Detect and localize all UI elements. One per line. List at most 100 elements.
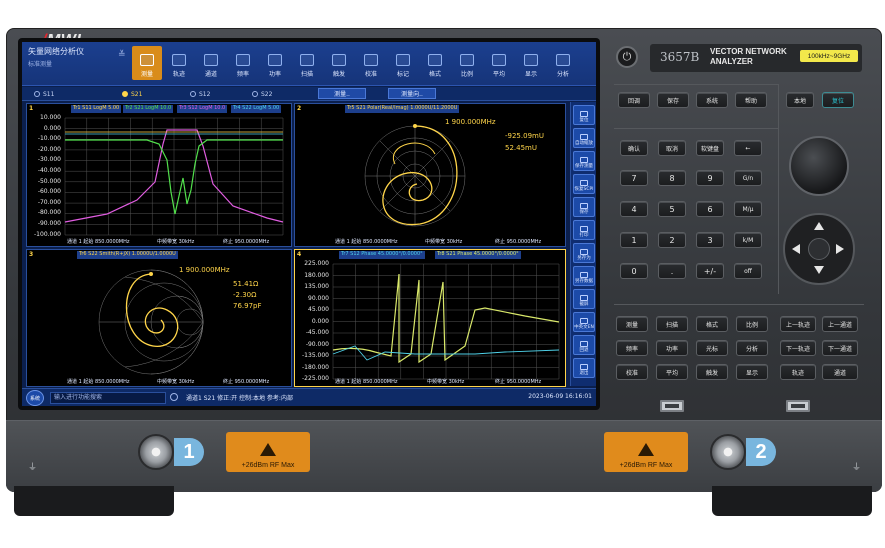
func-key-1-0[interactable]: 频率	[616, 340, 648, 356]
menu-item-5[interactable]: 扫描	[292, 46, 322, 80]
numpad-key-0-0[interactable]: 7	[620, 170, 648, 186]
system-button[interactable]: 系统	[26, 390, 44, 406]
numpad-key-0-3[interactable]: G/n	[734, 170, 762, 186]
foot-right	[712, 486, 872, 516]
numpad-key-3-3[interactable]: off	[734, 263, 762, 279]
menu-item-3[interactable]: 频率	[228, 46, 258, 80]
softkey-6[interactable]: 另存为	[573, 243, 595, 263]
key-top-3[interactable]: 帮助	[735, 92, 767, 108]
entry-key-2[interactable]: 软键盘	[696, 140, 724, 156]
numpad-key-3-2[interactable]: +/-	[696, 263, 724, 279]
numpad-key-0-2[interactable]: 9	[696, 170, 724, 186]
pane-polar[interactable]: 2 Tr5 S21 Polar(Real/Imag) 1.0000U/11.20…	[294, 103, 566, 247]
softkey-1[interactable]: 自动缩放	[573, 128, 595, 148]
menu-item-6[interactable]: 触发	[324, 46, 354, 80]
numpad-key-2-1[interactable]: 2	[658, 232, 686, 248]
enter-button[interactable]	[808, 238, 830, 260]
pane-phase[interactable]: 4 Tr7 S12 Phase 45.0000°/0.0000° Tr8 S21…	[294, 249, 566, 387]
func-key-2-1[interactable]: 平均	[656, 364, 688, 380]
func-key-0-0[interactable]: 测量	[616, 316, 648, 332]
preset-button[interactable]: 复位	[822, 92, 854, 108]
main-menu: 测量 轨迹 通道 频率 功率 扫描 触发 校准 标记 格式 比例 平均 显示 分析	[132, 46, 578, 80]
func-key-0-1[interactable]: 扫描	[656, 316, 688, 332]
softkey-5[interactable]: 打印	[573, 220, 595, 240]
menu-item-7[interactable]: 校准	[356, 46, 386, 80]
softkey-3[interactable]: 恢复SCPI	[573, 174, 595, 194]
channel-nav-key-2[interactable]: 通道	[822, 364, 858, 380]
pane-footer-stop: 终止 950.0000MHz	[223, 379, 270, 385]
numpad-key-1-1[interactable]: 5	[658, 201, 686, 217]
softkey-2[interactable]: 保存测量	[573, 151, 595, 171]
collapse-icon[interactable]: ≚	[118, 50, 128, 60]
softkey-11[interactable]: 退出	[573, 358, 595, 378]
trace-tab-s11[interactable]: S11	[34, 88, 54, 100]
menu-item-10[interactable]: 比例	[452, 46, 482, 80]
pane-smith[interactable]: 3 Tr6 S22 Smith(R+jX) 1.0000U/1.0000U 1 …	[26, 249, 292, 387]
softkey-0[interactable]: 复位	[573, 105, 595, 125]
measure-button[interactable]: 测量..	[318, 88, 366, 99]
trace-tab-s22[interactable]: S22	[252, 88, 272, 100]
channel-status: 通道1 S21 修正:开 控制:本地 参考:内部	[186, 395, 293, 402]
menu-item-11[interactable]: 平均	[484, 46, 514, 80]
pane-footer-stop: 终止 950.0000MHz	[495, 239, 542, 245]
func-key-2-3[interactable]: 显示	[736, 364, 768, 380]
softkey-10[interactable]: 回退	[573, 335, 595, 355]
numpad-key-1-2[interactable]: 6	[696, 201, 724, 217]
channel-nav-key-0[interactable]: 上一通道	[822, 316, 858, 332]
numpad-key-3-0[interactable]: 0	[620, 263, 648, 279]
softkey-4[interactable]: 保存	[573, 197, 595, 217]
softkey-column: 复位自动缩放保存测量恢复SCPI 保存打印另存为另存数据截屏中英文EN 回退退出	[570, 102, 596, 386]
numpad-key-2-0[interactable]: 1	[620, 232, 648, 248]
func-key-2-2[interactable]: 触发	[696, 364, 728, 380]
menu-item-4[interactable]: 功率	[260, 46, 290, 80]
arrow-left-icon[interactable]	[792, 244, 800, 254]
entry-key-0[interactable]: 确认	[620, 140, 648, 156]
power-button[interactable]: ⏻	[616, 46, 638, 68]
entry-key-3[interactable]: ←	[734, 140, 762, 156]
softkey-9[interactable]: 中英文EN	[573, 312, 595, 332]
trace-nav-key-1[interactable]: 下一轨迹	[780, 340, 816, 356]
local-button[interactable]: 本地	[786, 92, 814, 108]
port-1-label: 1	[174, 438, 204, 466]
trace-tab-s12[interactable]: S12	[190, 88, 210, 100]
numpad-key-2-2[interactable]: 3	[696, 232, 724, 248]
numpad-key-2-3[interactable]: k/M	[734, 232, 762, 248]
numpad-key-0-1[interactable]: 8	[658, 170, 686, 186]
arrow-right-icon[interactable]	[836, 244, 844, 254]
func-key-1-2[interactable]: 光标	[696, 340, 728, 356]
menu-item-9[interactable]: 格式	[420, 46, 450, 80]
measure-direction-button[interactable]: 测量向..	[388, 88, 436, 99]
menu-icon	[332, 54, 346, 66]
trace-nav-key-0[interactable]: 上一轨迹	[780, 316, 816, 332]
menu-item-2[interactable]: 通道	[196, 46, 226, 80]
arrow-down-icon[interactable]	[814, 266, 824, 274]
func-key-1-1[interactable]: 功率	[656, 340, 688, 356]
channel-nav-key-1[interactable]: 下一通道	[822, 340, 858, 356]
arrow-up-icon[interactable]	[814, 222, 824, 230]
menu-item-0[interactable]: 测量	[132, 46, 162, 80]
softkey-7[interactable]: 另存数据	[573, 266, 595, 286]
key-top-0[interactable]: 回调	[618, 92, 650, 108]
key-top-1[interactable]: 保存	[657, 92, 689, 108]
numpad-key-3-1[interactable]: .	[658, 263, 686, 279]
trace-nav-key-2[interactable]: 轨迹	[780, 364, 816, 380]
softkey-8[interactable]: 截屏	[573, 289, 595, 309]
search-icon[interactable]	[170, 393, 178, 401]
numpad-key-1-0[interactable]: 4	[620, 201, 648, 217]
rotary-knob[interactable]	[789, 136, 849, 196]
func-key-0-2[interactable]: 格式	[696, 316, 728, 332]
key-top-2[interactable]: 系统	[696, 92, 728, 108]
menu-item-1[interactable]: 轨迹	[164, 46, 194, 80]
func-key-0-3[interactable]: 比例	[736, 316, 768, 332]
trace-tab-s21[interactable]: S21	[122, 88, 142, 100]
function-search-input[interactable]: 输入进行功能搜索	[50, 392, 166, 404]
func-key-2-0[interactable]: 校准	[616, 364, 648, 380]
numpad-key-1-3[interactable]: M/μ	[734, 201, 762, 217]
entry-key-1[interactable]: 取消	[658, 140, 686, 156]
menu-item-13[interactable]: 分析	[548, 46, 578, 80]
func-key-1-3[interactable]: 分析	[736, 340, 768, 356]
menu-icon	[556, 54, 570, 66]
menu-item-12[interactable]: 显示	[516, 46, 546, 80]
menu-item-8[interactable]: 标记	[388, 46, 418, 80]
pane-logmag[interactable]: 1 Tr1 S11 LogM 5.00 Tr2 S21 LogM 10.0 Tr…	[26, 103, 292, 247]
